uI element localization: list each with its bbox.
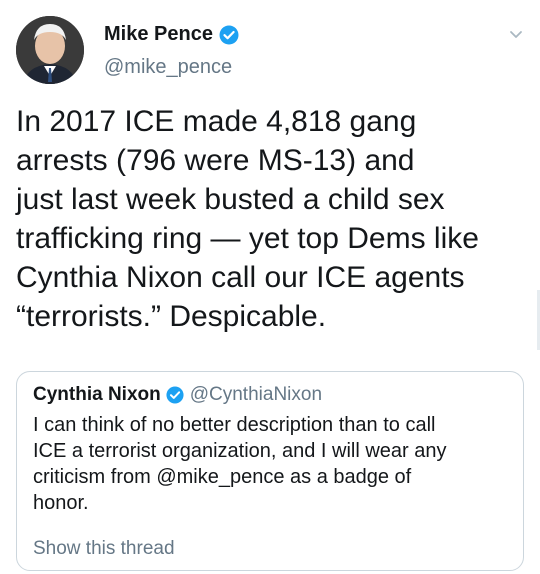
quoted-tweet-text: I can think of no better description tha… [33, 414, 447, 514]
tweet-text: In 2017 ICE made 4,818 gang arrests (796… [16, 105, 479, 333]
verified-icon [166, 386, 184, 404]
avatar[interactable] [16, 16, 84, 84]
author-handle[interactable]: @mike_pence [104, 56, 232, 79]
chevron-down-icon[interactable] [506, 24, 526, 44]
author-name[interactable]: Mike Pence [104, 23, 213, 46]
verified-icon [219, 25, 239, 45]
quoted-author-name: Cynthia Nixon [33, 384, 161, 405]
tweet-card: Mike Pence @mike_pence In 2017 ICE made … [0, 0, 540, 574]
author-row: Mike Pence [104, 23, 239, 46]
show-thread-link[interactable]: Show this thread [33, 538, 175, 560]
quoted-author-handle: @CynthiaNixon [189, 384, 323, 405]
quoted-author-row: Cynthia Nixon @CynthiaNixon [33, 384, 322, 406]
avatar-photo [16, 16, 84, 84]
quoted-tweet[interactable]: Cynthia Nixon @CynthiaNixon I can think … [16, 371, 524, 571]
